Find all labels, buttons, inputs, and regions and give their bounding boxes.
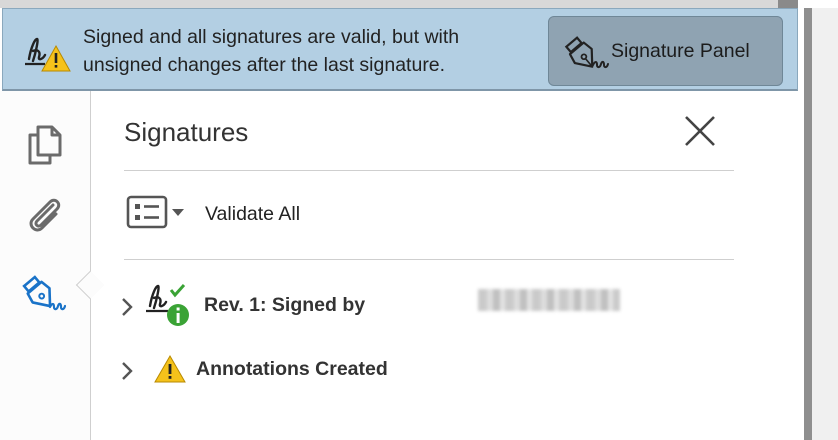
revision-label: Rev. 1: Signed by (204, 294, 366, 316)
signature-panel-button[interactable]: Signature Panel (548, 16, 783, 86)
signatures-panel: Signatures Validate All Rev. 1: Signed b… (92, 91, 798, 440)
close-icon[interactable] (682, 113, 718, 149)
pages-icon[interactable] (20, 119, 68, 167)
panel-title: Signatures (124, 117, 249, 147)
signatures-icon[interactable] (20, 269, 68, 317)
signature-valid-info-icon (146, 283, 189, 326)
validate-all-button[interactable]: Validate All (205, 203, 300, 226)
document-scroll-area (798, 0, 838, 440)
annotations-created-label: Annotations Created (196, 358, 388, 380)
attachments-icon[interactable] (20, 191, 68, 239)
banner-message-line1: Signed and all signatures are valid, but… (83, 26, 460, 48)
navigation-rail (0, 91, 91, 440)
chevron-right-icon[interactable] (118, 360, 136, 382)
scrollbar-thumb[interactable] (804, 8, 812, 440)
tree-item-revision-1[interactable]: Rev. 1: Signed by (118, 283, 718, 326)
pen-signature-icon (564, 36, 609, 69)
signature-warning-icon (25, 37, 71, 72)
divider (124, 259, 734, 260)
banner-message: Signed and all signatures are valid, but… (83, 23, 533, 79)
document-edge (812, 8, 838, 440)
chevron-right-icon[interactable] (118, 296, 136, 318)
warning-icon (154, 354, 186, 383)
scrollbar[interactable] (804, 8, 812, 440)
banner-message-line2: unsigned changes after the last signatur… (83, 54, 446, 76)
top-strip (0, 0, 838, 8)
signature-panel-button-label: Signature Panel (611, 40, 750, 62)
options-menu-icon[interactable] (126, 195, 190, 231)
signature-status-banner: Signed and all signatures are valid, but… (2, 8, 798, 91)
divider (124, 170, 734, 171)
tree-item-annotations[interactable]: Annotations Created (118, 350, 718, 390)
redacted-signer-name (478, 289, 620, 311)
chevron-down-icon (172, 209, 184, 216)
